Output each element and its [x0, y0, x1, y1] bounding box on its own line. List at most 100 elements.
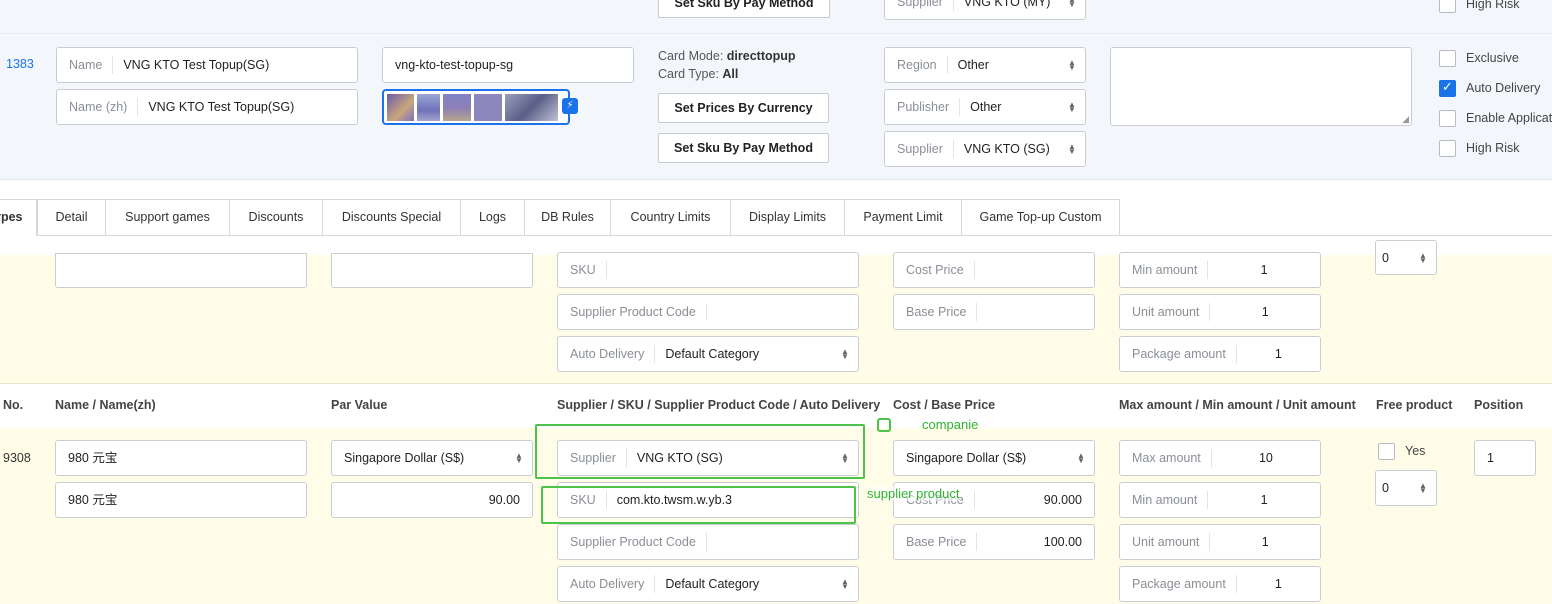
base-price-label: Base Price [894, 303, 978, 321]
supplier-select[interactable]: Supplier VNG KTO (SG) ▲ ▼ [884, 131, 1086, 167]
high-risk-checkbox-top[interactable] [1439, 0, 1456, 13]
lightning-icon[interactable]: ⚡ [562, 98, 578, 114]
min-amount-value: 1 [1260, 263, 1268, 277]
enable-application-checkbox[interactable] [1439, 110, 1456, 127]
tab-discounts[interactable]: Discounts [230, 199, 323, 236]
thumbnail-image[interactable] [505, 94, 558, 121]
tab-db-rules[interactable]: DB Rules [525, 199, 611, 236]
supplier-product-code-field-row2[interactable]: Supplier Product Code [557, 524, 859, 560]
exclusive-checkbox[interactable] [1439, 50, 1456, 67]
sku-field-row2[interactable]: SKU com.kto.twsm.w.yb.3 [557, 482, 859, 518]
header-amounts: Max amount / Min amount / Unit amount [1119, 398, 1356, 412]
par-currency-select[interactable]: Singapore Dollar (S$) ▲ ▼ [331, 440, 533, 476]
auto-delivery-label: Auto Delivery [558, 575, 656, 593]
set-sku-by-pay-method-button[interactable]: Set Sku By Pay Method [658, 133, 829, 163]
package-amount-field-row1[interactable]: Package amount 1 [1119, 336, 1321, 372]
unit-amount-label: Unit amount [1120, 533, 1211, 551]
position-input[interactable]: 1 [1474, 440, 1536, 476]
auto-delivery-value: Default Category [665, 577, 760, 591]
high-risk-checkbox[interactable] [1439, 140, 1456, 157]
notes-textarea[interactable]: ◢ [1110, 47, 1412, 126]
annotation-supplier-product: supplier product [867, 486, 960, 501]
thumbnail-image[interactable] [387, 94, 414, 121]
cost-price-field-row1[interactable]: Cost Price [893, 252, 1095, 288]
header-position: Position [1474, 398, 1524, 412]
cost-currency-value: Singapore Dollar (S$) [906, 451, 1027, 465]
free-qty-stepper-row1[interactable]: 0 ▲ ▼ [1375, 240, 1437, 275]
base-price-field-row1[interactable]: Base Price [893, 294, 1095, 330]
image-gallery[interactable] [382, 89, 570, 125]
supplier-label: Supplier [558, 449, 627, 467]
auto-delivery-select-row2[interactable]: Auto Delivery Default Category ▲ ▼ [557, 566, 859, 602]
free-product-checkbox[interactable] [1378, 443, 1395, 460]
publisher-value: Other [970, 100, 1002, 114]
card-type-value: All [722, 67, 739, 81]
stepper-arrows-icon[interactable]: ▲ ▼ [1418, 251, 1428, 264]
supplier-value: VNG KTO (MY) [963, 0, 1051, 9]
exclusive-label: Exclusive [1466, 51, 1519, 65]
select-arrows-icon: ▲▼ [1068, 100, 1076, 114]
tab-country-limits[interactable]: Country Limits [611, 199, 731, 236]
unit-amount-field-row1[interactable]: Unit amount 1 [1119, 294, 1321, 330]
unit-amount-field-row2[interactable]: Unit amount 1 [1119, 524, 1321, 560]
tab-label: ypes [0, 210, 23, 224]
sku-value: com.kto.twsm.w.yb.3 [616, 493, 733, 507]
cost-currency-select[interactable]: Singapore Dollar (S$) ▲ ▼ [893, 440, 1095, 476]
name-input-partial[interactable] [55, 253, 307, 288]
auto-delivery-select-row1[interactable]: Auto Delivery Default Category ▲ ▼ [557, 336, 859, 372]
name-zh-input[interactable]: 980 元宝 [55, 482, 307, 518]
base-price-label: Base Price [894, 533, 978, 551]
region-select[interactable]: Region Other ▲ ▼ [884, 47, 1086, 83]
free-qty-value: 0 [1382, 481, 1389, 495]
tabs-divider [1120, 235, 1552, 236]
stepper-arrows-icon[interactable]: ▲ ▼ [1418, 482, 1428, 495]
base-price-field-row2[interactable]: Base Price 100.00 [893, 524, 1095, 560]
header-name: Name / Name(zh) [55, 398, 156, 412]
tab-support-games[interactable]: Support games [106, 199, 230, 236]
package-amount-field-row2[interactable]: Package amount 1 [1119, 566, 1321, 602]
free-qty-stepper[interactable]: 0 ▲ ▼ [1375, 470, 1437, 506]
min-amount-field-row1[interactable]: Min amount 1 [1119, 252, 1321, 288]
name-input[interactable]: 980 元宝 [55, 440, 307, 476]
name-label: Name [57, 56, 114, 74]
supplier-product-code-field-row1[interactable]: Supplier Product Code [557, 294, 859, 330]
name-field[interactable]: Name VNG KTO Test Topup(SG) [56, 47, 358, 83]
resize-handle-icon[interactable]: ◢ [1402, 114, 1409, 125]
unit-amount-value: 1 [1261, 535, 1269, 549]
max-amount-field[interactable]: Max amount 10 [1119, 440, 1321, 476]
set-sku-by-pay-method-button-top[interactable]: Set Sku By Pay Method [658, 0, 830, 18]
par-value-input-partial[interactable] [331, 253, 533, 288]
par-value: 90.00 [488, 493, 520, 507]
par-value-input[interactable]: 90.00 [331, 482, 533, 518]
publisher-select[interactable]: Publisher Other ▲ ▼ [884, 89, 1086, 125]
enable-application-label: Enable Applicat [1466, 111, 1552, 125]
tab-display-limits[interactable]: Display Limits [731, 199, 845, 236]
tab-logs[interactable]: Logs [461, 199, 525, 236]
unit-amount-value: 1 [1261, 305, 1269, 319]
tab-prices[interactable]: ypes [0, 199, 37, 236]
sku-field-row1[interactable]: SKU [557, 252, 859, 288]
select-arrows-icon: ▲▼ [841, 451, 849, 465]
thumbnail-image[interactable] [443, 94, 471, 121]
package-amount-value: 1 [1274, 577, 1282, 591]
header-free-product: Free product [1376, 398, 1453, 412]
thumbnail-image[interactable] [474, 94, 502, 121]
tab-discounts-special[interactable]: Discounts Special [323, 199, 461, 236]
card-type: Card Type: All [658, 67, 738, 81]
supplier-select-row2[interactable]: Supplier VNG KTO (SG) ▲ ▼ [557, 440, 859, 476]
name-zh-field[interactable]: Name (zh) VNG KTO Test Topup(SG) [56, 89, 358, 125]
tab-payment-limit[interactable]: Payment Limit [845, 199, 962, 236]
auto-delivery-checkbox[interactable]: ✓ [1439, 79, 1456, 97]
min-amount-field-row2[interactable]: Min amount 1 [1119, 482, 1321, 518]
checkmark-icon: ✓ [1442, 79, 1453, 94]
slug-input[interactable]: vng-kto-test-topup-sg [382, 47, 634, 83]
product-id-link[interactable]: 1383 [6, 57, 34, 71]
auto-delivery-value: Default Category [665, 347, 760, 361]
select-arrows-icon: ▲▼ [1068, 0, 1076, 9]
thumbnail-image[interactable] [417, 94, 440, 121]
tab-game-topup-custom[interactable]: Game Top-up Custom [962, 199, 1120, 236]
supplier-select-top[interactable]: Supplier VNG KTO (MY) ▲▼ [884, 0, 1086, 20]
tab-detail[interactable]: Detail [37, 199, 106, 236]
min-amount-value: 1 [1260, 493, 1268, 507]
set-prices-by-currency-button[interactable]: Set Prices By Currency [658, 93, 829, 123]
